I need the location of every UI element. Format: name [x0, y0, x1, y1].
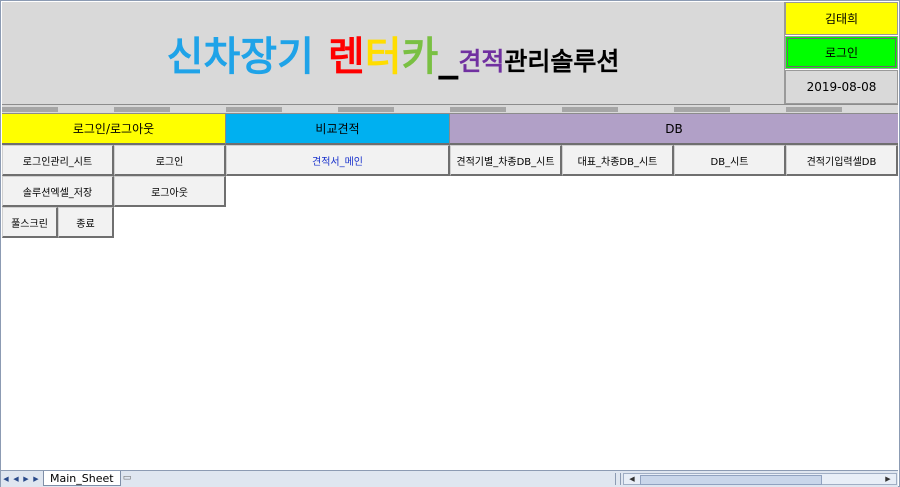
header-banner: 신차장기 렌 터 카 _ 견적 관리솔루션 — [2, 2, 785, 105]
title-part: 관리솔루션 — [504, 47, 620, 76]
title-part: 기 — [277, 34, 314, 80]
solution-excel-save-button[interactable]: 솔루션엑셀_저장 — [2, 176, 114, 207]
user-name: 김태희 — [785, 2, 898, 35]
title-part: _ — [438, 34, 459, 80]
estimate-main-button[interactable]: 견적서_메인 — [226, 145, 450, 176]
app-title-text: 신차장기 렌 터 카 _ 견적 관리솔루션 — [167, 24, 620, 82]
insert-sheet-icon[interactable]: ▭ — [118, 472, 136, 484]
scroll-thumb[interactable] — [640, 475, 822, 485]
sheet-tab-bar: ◀ ◀ ▶ ▶ Main_Sheet ▭ ◀ ▶ — [1, 470, 898, 487]
prev-sheet-icon[interactable]: ◀ — [11, 473, 21, 485]
title-part: 신 — [166, 34, 204, 80]
section-login-logout: 로그인/로그아웃 — [2, 114, 226, 145]
db-sheet-button[interactable]: DB_시트 — [674, 145, 786, 176]
first-sheet-icon[interactable]: ◀ — [1, 473, 11, 485]
current-date: 2019-08-08 — [785, 70, 898, 104]
title-part: 견적 — [458, 47, 505, 76]
title-part: 장 — [240, 34, 278, 80]
login-button[interactable]: 로그인 — [114, 145, 226, 176]
logout-button[interactable]: 로그아웃 — [114, 176, 226, 207]
separator-strip — [2, 104, 898, 114]
login-admin-sheet-button[interactable]: 로그인관리_시트 — [2, 145, 114, 176]
scroll-right-icon[interactable]: ▶ — [882, 474, 894, 484]
scroll-left-icon[interactable]: ◀ — [626, 474, 638, 484]
fullscreen-button[interactable]: 풀스크린 — [2, 207, 58, 238]
header-login-button[interactable]: 로그인 — [785, 36, 898, 69]
last-sheet-icon[interactable]: ▶ — [31, 473, 41, 485]
estimate-model-db-sheet-button[interactable]: 견적기별_차종DB_시트 — [450, 145, 562, 176]
title-part: 렌 — [327, 34, 365, 80]
horizontal-scrollbar[interactable]: ◀ ▶ — [623, 473, 897, 485]
section-compare-estimate: 비교견적 — [226, 114, 450, 145]
exit-button[interactable]: 종료 — [58, 207, 114, 238]
title-part: 터 — [364, 34, 402, 80]
sheet-nav-buttons: ◀ ◀ ▶ ▶ — [1, 473, 41, 485]
next-sheet-icon[interactable]: ▶ — [21, 473, 31, 485]
title-part: 차 — [203, 34, 241, 80]
title-part: 카 — [401, 34, 439, 80]
sheet-tab-main[interactable]: Main_Sheet — [43, 471, 121, 486]
section-db: DB — [450, 114, 898, 145]
app-title: 신차장기 렌 터 카 _ 견적 관리솔루션 — [2, 2, 784, 104]
estimate-input-cell-db-button[interactable]: 견적기입력셀DB — [786, 145, 898, 176]
tab-split-handle[interactable] — [615, 473, 621, 485]
representative-model-db-sheet-button[interactable]: 대표_차종DB_시트 — [562, 145, 674, 176]
